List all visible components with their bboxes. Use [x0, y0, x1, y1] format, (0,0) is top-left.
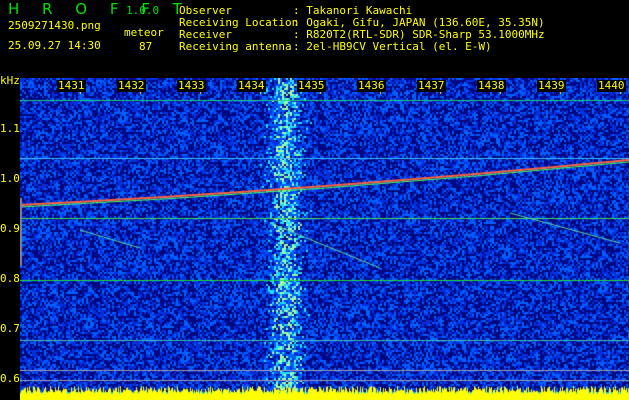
x-tick-label: 1432 [117, 79, 146, 92]
app-version: 1.0.0 [126, 4, 160, 17]
x-tick-label: 1435 [297, 79, 326, 92]
x-tick-label: 1438 [477, 79, 506, 92]
y-axis-unit: kHz [0, 74, 20, 87]
y-tick-label: 0.8 [0, 272, 20, 285]
x-tick-label: 1440 [597, 79, 626, 92]
y-tick-label: 0.9 [0, 222, 20, 235]
spectrogram [20, 78, 629, 400]
file-name: 2509271430.png [8, 19, 101, 32]
x-tick-label: 1436 [357, 79, 386, 92]
antenna-label: Receiving antenna [179, 40, 292, 53]
antenna-value: : 2el-HB9CV Vertical (el. E-W) [293, 40, 492, 53]
datetime: 25.09.27 14:30 [8, 39, 101, 52]
y-tick-label: 0.7 [0, 322, 20, 335]
meteor-count: 87 [139, 40, 153, 53]
x-tick-label: 1437 [417, 79, 446, 92]
app-title: H R O F F T [8, 0, 191, 18]
x-tick-label: 1434 [237, 79, 266, 92]
meteor-label: meteor [124, 26, 164, 39]
y-tick-label: 1.0 [0, 172, 20, 185]
x-tick-label: 1433 [177, 79, 206, 92]
y-tick-label: 1.1 [0, 122, 20, 135]
x-tick-label: 1431 [57, 79, 86, 92]
x-tick-label: 1439 [537, 79, 566, 92]
y-tick-label: 0.6 [0, 372, 20, 385]
